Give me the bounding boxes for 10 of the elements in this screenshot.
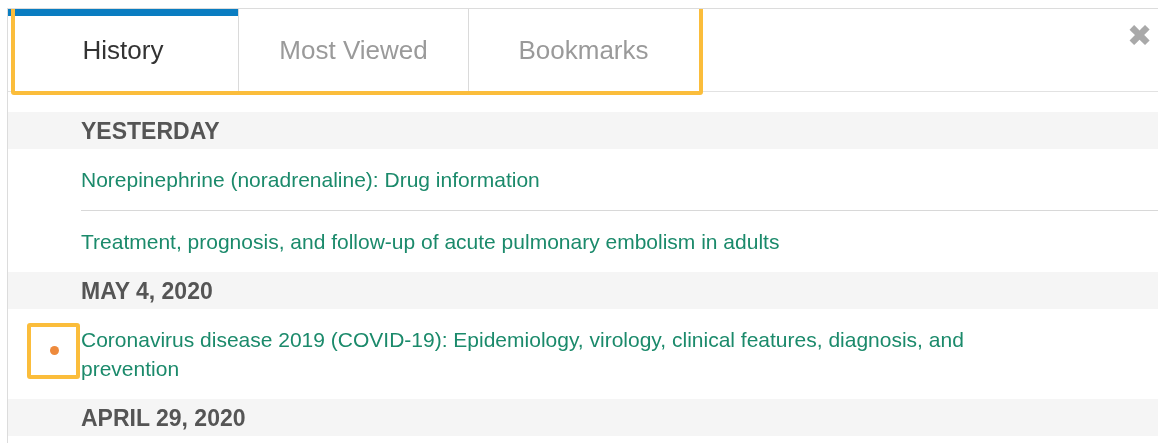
history-link[interactable]: Treatment, prognosis, and follow-up of acute pulmonary embolism in adults [81, 227, 780, 256]
tab[interactable]: History [8, 9, 238, 91]
tab[interactable]: Most Viewed [238, 9, 468, 91]
close-button[interactable]: ✖ [1127, 21, 1152, 51]
tab[interactable]: Bookmarks [468, 9, 698, 91]
section-heading: YESTERDAY [81, 118, 220, 144]
section-heading: APRIL 29, 2020 [81, 405, 246, 431]
history-link[interactable]: Coronavirus disease 2019 (COVID-19): Epidemiology, virology, clinical features, diagnosis, and prevention [81, 325, 1058, 383]
history-link[interactable]: Norepinephrine (noradrenaline): Drug information [81, 165, 540, 194]
section-heading: MAY 4, 2020 [81, 278, 213, 304]
